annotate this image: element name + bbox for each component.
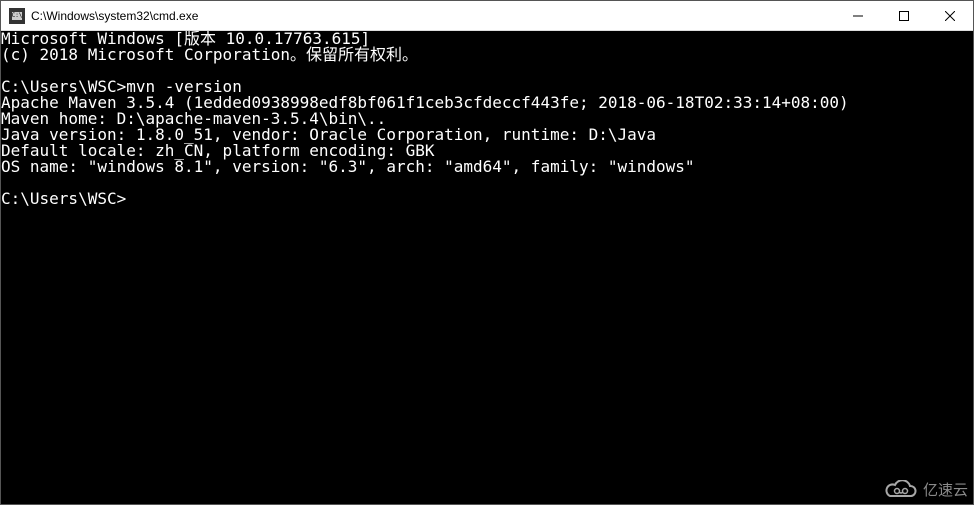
terminal-line: C:\Users\WSC> [1,191,957,207]
vertical-scrollbar[interactable] [957,31,973,504]
cmd-window: C:\ C:\Windows\system32\cmd.exe Microsof… [0,0,974,505]
maximize-icon [899,11,909,21]
close-icon [945,11,955,21]
close-button[interactable] [927,1,973,30]
terminal-line: (c) 2018 Microsoft Corporation。保留所有权利。 [1,47,957,63]
maximize-button[interactable] [881,1,927,30]
titlebar[interactable]: C:\ C:\Windows\system32\cmd.exe [1,1,973,31]
cloud-icon [883,480,919,500]
watermark: 亿速云 [883,479,968,500]
window-controls [835,1,973,30]
scrollbar-thumb[interactable] [957,31,973,504]
terminal-line: OS name: "windows 8.1", version: "6.3", … [1,159,957,175]
minimize-icon [853,11,863,21]
cmd-icon: C:\ [9,8,25,24]
terminal-output[interactable]: Microsoft Windows [版本 10.0.17763.615](c)… [1,31,957,504]
window-title: C:\Windows\system32\cmd.exe [31,9,835,23]
minimize-button[interactable] [835,1,881,30]
watermark-text: 亿速云 [923,479,968,500]
terminal-area: Microsoft Windows [版本 10.0.17763.615](c)… [1,31,973,504]
terminal-line [1,175,957,191]
